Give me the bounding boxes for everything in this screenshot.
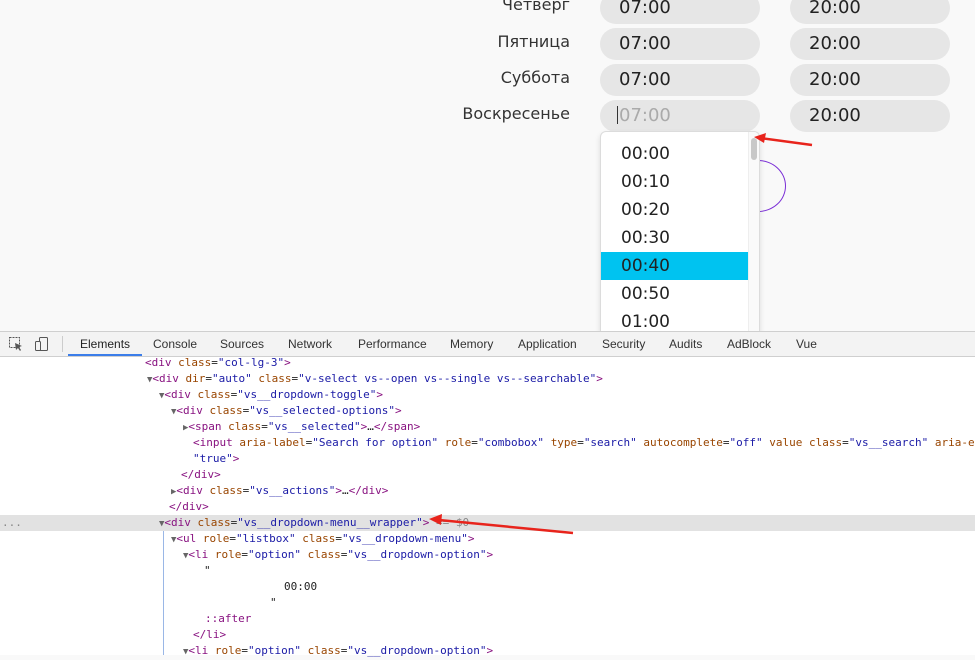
dom-text-quote-close: "	[270, 596, 277, 609]
dropdown-scrollbar-track[interactable]	[748, 132, 759, 331]
dom-tree: <div class="col-lg-3"> ▼<div dir="auto" …	[0, 355, 975, 657]
day-label-friday: Пятница	[497, 32, 570, 51]
dropdown-option-0000[interactable]: 00:00	[601, 140, 749, 168]
dom-node-v-select[interactable]: ▼<div dir="auto" class="v-select vs--ope…	[0, 371, 975, 387]
dom-node-option-li-2[interactable]: ▼<li role="option" class="vs__dropdown-o…	[0, 643, 975, 659]
devtools-tab-bar: Elements Console Sources Network Perform…	[0, 332, 975, 357]
selected-node-marker: == $0	[435, 516, 470, 529]
start-time-friday[interactable]: 07:00	[600, 28, 760, 60]
dom-node-dropdown-menu-wrapper-selected[interactable]: ▼<div class="vs__dropdown-menu__wrapper"…	[0, 515, 975, 531]
dom-node-close-div-2: </div>	[169, 500, 209, 513]
tab-console[interactable]: Console	[153, 332, 197, 356]
start-time-saturday[interactable]: 07:00	[600, 64, 760, 96]
dom-text-quote-open: "	[204, 564, 211, 577]
tab-bar-separator	[62, 336, 63, 352]
tab-sources[interactable]: Sources	[220, 332, 264, 356]
dom-node-selected-options[interactable]: ▼<div class="vs__selected-options">	[0, 403, 975, 419]
inspect-element-icon[interactable]	[8, 336, 24, 352]
tab-application[interactable]: Application	[518, 332, 577, 356]
dom-text-option-value: 00:00	[284, 580, 318, 593]
devtools-panel: Elements Console Sources Network Perform…	[0, 331, 975, 657]
dom-pseudo-after[interactable]: ::after	[0, 611, 975, 627]
dropdown-scrollbar-thumb[interactable]	[751, 138, 757, 160]
dropdown-option-0100[interactable]: 01:00	[601, 308, 749, 331]
end-time-sunday[interactable]: 20:00	[790, 100, 950, 132]
start-time-sunday-search[interactable]: 07:00	[600, 100, 760, 132]
dom-node-listbox[interactable]: ▼<ul role="listbox" class="vs__dropdown-…	[0, 531, 975, 547]
time-dropdown-menu[interactable]: 00:00 00:10 00:20 00:30 00:40 00:50 01:0…	[600, 131, 760, 331]
dom-node-selected-span[interactable]: ▶<span class="vs__selected">…</span>	[0, 419, 975, 435]
dom-node-close-li: </li>	[193, 628, 227, 641]
dropdown-option-0020[interactable]: 00:20	[601, 196, 749, 224]
dom-node-col-lg-3[interactable]: <div class="col-lg-3">	[0, 355, 975, 371]
device-toolbar-icon[interactable]	[34, 336, 50, 352]
dom-node-dropdown-toggle[interactable]: ▼<div class="vs__dropdown-toggle">	[0, 387, 975, 403]
day-label-saturday: Суббота	[500, 68, 570, 87]
dropdown-option-0040-highlighted[interactable]: 00:40	[601, 252, 749, 280]
start-time-thursday[interactable]: 07:00	[600, 0, 760, 24]
end-time-saturday[interactable]: 20:00	[790, 64, 950, 96]
more-options-dots[interactable]: ...	[2, 515, 22, 531]
tab-elements[interactable]: Elements	[68, 332, 143, 356]
dom-node-search-input[interactable]: <input aria-label="Search for option" ro…	[0, 435, 975, 451]
start-time-sunday-placeholder: 07:00	[619, 105, 671, 126]
text-caret	[617, 105, 618, 124]
tab-audits[interactable]: Audits	[669, 332, 702, 356]
dom-node-close-div-1: </div>	[181, 468, 221, 481]
end-time-friday[interactable]: 20:00	[790, 28, 950, 60]
dropdown-options-list: 00:00 00:10 00:20 00:30 00:40 00:50 01:0…	[601, 140, 749, 331]
tab-vue[interactable]: Vue	[796, 332, 817, 356]
dom-node-option-li[interactable]: ▼<li role="option" class="vs__dropdown-o…	[0, 547, 975, 563]
dom-node-actions[interactable]: ▶<div class="vs__actions">…</div>	[0, 483, 975, 499]
dropdown-option-0050[interactable]: 00:50	[601, 280, 749, 308]
red-arrow-annotation-top	[754, 133, 813, 147]
day-label-thursday: Четверг	[502, 0, 570, 14]
indent-guide	[163, 531, 164, 655]
tab-performance[interactable]: Performance	[358, 332, 427, 356]
dom-node-search-input-cont: "true">	[193, 452, 240, 465]
schedule-page: Четверг 07:00 20:00 Пятница 07:00 20:00 …	[0, 0, 975, 331]
tab-network[interactable]: Network	[288, 332, 332, 356]
end-time-thursday[interactable]: 20:00	[790, 0, 950, 24]
tab-memory[interactable]: Memory	[450, 332, 493, 356]
day-label-sunday: Воскресенье	[462, 104, 570, 123]
dropdown-option-0030[interactable]: 00:30	[601, 224, 749, 252]
tab-security[interactable]: Security	[602, 332, 645, 356]
dropdown-option-0010[interactable]: 00:10	[601, 168, 749, 196]
tab-adblock[interactable]: AdBlock	[727, 332, 771, 356]
